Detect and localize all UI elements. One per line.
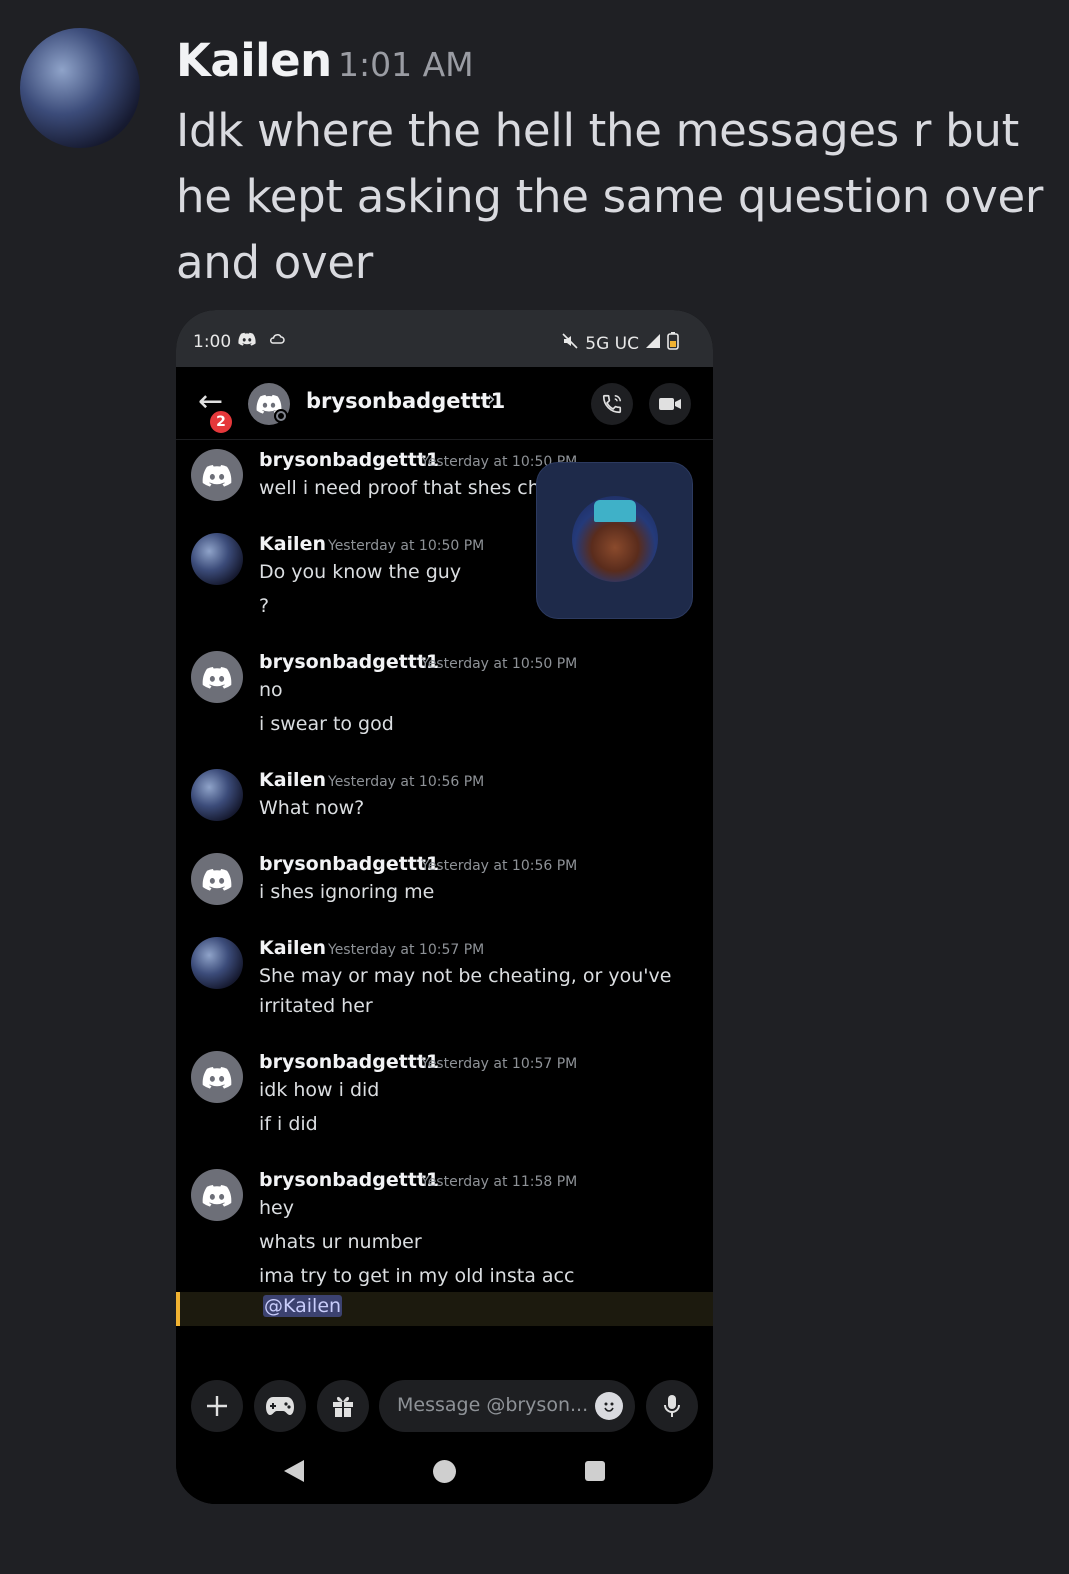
android-nav-bar [176,1445,713,1504]
message-avatar[interactable] [191,1051,243,1103]
message-avatar[interactable] [191,533,243,585]
message-text: idk how i did [259,1079,380,1101]
plus-icon [207,1396,227,1416]
message-author[interactable]: brysonbadgettt1 [259,651,439,673]
message-timestamp: Yesterday at 10:56 PM [328,774,485,790]
phone-call-icon [602,394,622,414]
unread-badge: 2 [208,409,234,435]
pip-user-avatar [572,496,658,582]
offline-status-icon [274,409,288,423]
discord-icon [238,332,256,350]
status-bar: 1:00 5G UC [176,310,713,367]
message-avatar[interactable] [191,651,243,703]
message-text: i swear to god [259,713,394,735]
mute-icon [561,332,579,355]
message-input[interactable]: Message @bryson... [379,1380,635,1432]
message-text: Do you know the guy [259,561,462,583]
outer-message-timestamp: 1:01 AM [338,45,474,84]
message-author[interactable]: Kailen [259,937,326,959]
discord-logo-icon [202,868,232,891]
voice-call-button[interactable] [591,383,633,425]
microphone-icon [664,1395,680,1417]
message-author[interactable]: brysonbadgettt1 [259,853,439,875]
nav-back-icon[interactable] [284,1460,304,1482]
cloud-icon [269,332,285,350]
message-timestamp: Yesterday at 10:57 PM [421,1056,578,1072]
message-text: She may or may not be cheating, or you'v… [259,965,672,987]
discord-logo-icon [202,1066,232,1089]
signal-icon [645,333,661,354]
dm-header: ← 2 brysonbadgettt1 › [176,367,713,440]
outer-author-avatar[interactable] [20,28,140,148]
message-avatar[interactable] [191,853,243,905]
message-author[interactable]: brysonbadgettt1 [259,1051,439,1073]
battery-icon [667,332,679,355]
phone-screenshot-attachment[interactable]: 1:00 5G UC ← 2 brysonbadgettt1 › brysonb… [176,310,713,1504]
message-text: if i did [259,1113,318,1135]
message-text: no [259,679,283,701]
nav-home-icon[interactable] [433,1460,456,1483]
gift-icon [333,1396,353,1417]
user-mention[interactable]: @Kailen [263,1295,343,1317]
discord-logo-icon [202,666,232,689]
message-author[interactable]: brysonbadgettt1 [259,1169,439,1191]
gamepad-icon [266,1397,294,1415]
message-avatar[interactable] [191,1169,243,1221]
message-input-placeholder: Message @bryson... [397,1394,589,1416]
message-text: ima try to get in my old insta acc [259,1265,575,1287]
message-timestamp: Yesterday at 10:56 PM [421,858,578,874]
message-text: irritated her [259,995,373,1017]
status-right-group: 5G UC [561,332,679,355]
outer-message-text: Idk where the hell the messages r but he… [176,104,1044,289]
nav-recents-icon[interactable] [585,1461,605,1481]
outer-author-name[interactable]: Kailen [176,34,332,87]
discord-logo-icon [202,464,232,487]
voice-message-button[interactable] [646,1380,698,1432]
network-label: 5G UC [585,333,639,354]
mention-highlight-row: @Kailen [176,1292,713,1326]
call-pip-window[interactable] [536,462,693,619]
discord-logo-icon [202,1184,232,1207]
message-text: ? [259,595,270,617]
message-avatar[interactable] [191,449,243,501]
dm-username[interactable]: brysonbadgettt1 [306,389,505,413]
add-attachment-button[interactable] [191,1380,243,1432]
status-time: 1:00 [193,332,232,352]
message-text: whats ur number [259,1231,422,1253]
message-timestamp: Yesterday at 10:57 PM [328,942,485,958]
emoji-button[interactable] [595,1392,623,1420]
message-avatar[interactable] [191,937,243,989]
activities-button[interactable] [254,1380,306,1432]
message-avatar[interactable] [191,769,243,821]
video-camera-icon [659,398,681,410]
message-composer: Message @bryson... [176,1365,713,1445]
smile-emoji-icon [604,1402,614,1412]
message-author[interactable]: Kailen [259,769,326,791]
message-timestamp: Yesterday at 11:58 PM [421,1174,578,1190]
video-call-button[interactable] [649,383,691,425]
message-author[interactable]: brysonbadgettt1 [259,449,439,471]
avatar-hat-shape [594,500,636,522]
message-text: hey [259,1197,294,1219]
message-text: well i need proof that shes che [259,477,552,499]
message-text: What now? [259,797,365,819]
message-author[interactable]: Kailen [259,533,326,555]
gift-button[interactable] [317,1380,369,1432]
message-text: i shes ignoring me [259,881,435,903]
message-timestamp: Yesterday at 10:50 PM [328,538,485,554]
message-timestamp: Yesterday at 10:50 PM [421,656,578,672]
chevron-right-icon[interactable]: › [487,387,496,412]
